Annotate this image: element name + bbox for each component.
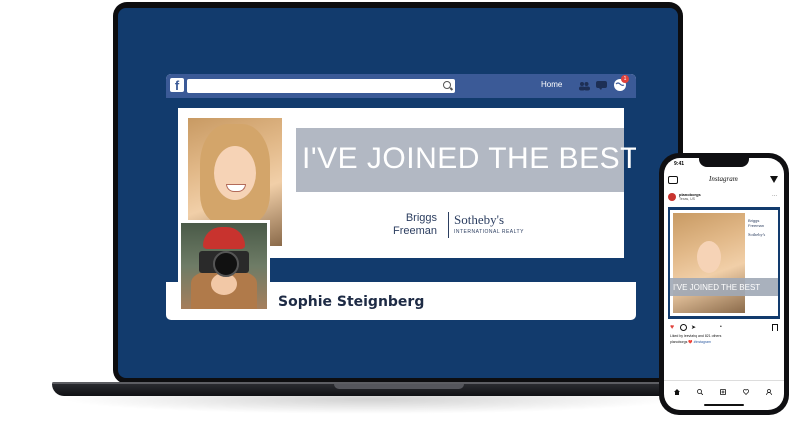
brand-line-1: Briggs: [405, 212, 438, 224]
facebook-search-input[interactable]: [187, 79, 455, 93]
laptop-screen: f Home 1 I'VE JOINED THE BEST Briggs Fre…: [118, 8, 678, 378]
post-portrait-photo: [673, 213, 745, 313]
brand-line-2: Freeman: [393, 225, 438, 237]
phone-screen: 9:41 Instagram planoborgs Texas, US ··· …: [664, 158, 784, 410]
profile-photo: [181, 223, 267, 309]
like-heart-icon[interactable]: ♥: [670, 324, 674, 331]
send-icon[interactable]: [770, 176, 778, 183]
phone-notch: [699, 158, 749, 167]
brand-logo-left: Briggs Freeman: [393, 212, 437, 238]
brand-divider: [448, 212, 449, 238]
cover-headline-banner: I'VE JOINED THE BEST: [296, 128, 636, 192]
profile-icon[interactable]: [766, 389, 772, 395]
caption-heart: ❤️: [688, 340, 693, 344]
share-icon[interactable]: ➤: [691, 324, 696, 331]
comment-icon[interactable]: [680, 324, 687, 331]
post-brand-left: Briggs Freeman: [748, 218, 764, 228]
profile-picture[interactable]: [178, 220, 270, 312]
search-icon[interactable]: [443, 81, 451, 89]
notification-badge[interactable]: 1: [621, 75, 629, 83]
post-face-shape: [697, 241, 721, 273]
messages-icon[interactable]: [596, 81, 607, 90]
likes-text: Liked by leevlahq and 821 others: [670, 334, 722, 338]
profile-name[interactable]: Sophie Steignberg: [278, 294, 424, 310]
status-time: 9:41: [674, 161, 685, 167]
caption-hashtag[interactable]: #instagram: [694, 340, 711, 344]
carousel-dot: •: [720, 324, 722, 330]
post-brand-right: Sotheby's: [748, 232, 766, 237]
bookmark-icon[interactable]: [772, 324, 778, 331]
post-headline: I'VE JOINED THE BEST: [673, 283, 761, 292]
cover-headline: I'VE JOINED THE BEST: [302, 142, 636, 175]
friends-icon[interactable]: [578, 81, 590, 91]
post-headline-band: I'VE JOINED THE BEST: [670, 278, 778, 296]
caption-user[interactable]: planoborgs: [670, 340, 687, 344]
post-brand-line-2: Freeman: [748, 223, 765, 228]
post-caption: planoborgs ❤️ #instagram: [670, 340, 711, 344]
laptop-trackpad-notch: [334, 384, 464, 389]
activity-heart-icon[interactable]: [743, 389, 749, 395]
facebook-window: f Home 1 I'VE JOINED THE BEST Briggs Fre…: [166, 74, 636, 320]
profile-camera-lens: [213, 251, 239, 277]
nav-home-link[interactable]: Home: [541, 80, 562, 89]
home-indicator[interactable]: [704, 404, 744, 406]
search-icon[interactable]: [697, 389, 703, 395]
more-options-icon[interactable]: ···: [772, 193, 777, 199]
post-card: Briggs Freeman Sotheby's I'VE JOINED THE…: [670, 210, 778, 316]
instagram-title: Instagram: [709, 175, 738, 183]
camera-icon[interactable]: [668, 176, 678, 184]
facebook-logo[interactable]: f: [170, 78, 184, 93]
facebook-top-bar: f Home 1: [166, 74, 636, 98]
new-post-icon[interactable]: [720, 389, 726, 395]
home-icon[interactable]: [674, 389, 680, 395]
brand-logo-right: Sotheby's: [454, 212, 505, 227]
post-location[interactable]: Texas, US: [679, 197, 695, 201]
post-avatar[interactable]: [668, 193, 676, 201]
post-image[interactable]: Briggs Freeman Sotheby's I'VE JOINED THE…: [668, 207, 780, 319]
profile-hat-shape: [203, 227, 245, 249]
brand-subtitle: INTERNATIONAL REALTY: [454, 229, 524, 235]
